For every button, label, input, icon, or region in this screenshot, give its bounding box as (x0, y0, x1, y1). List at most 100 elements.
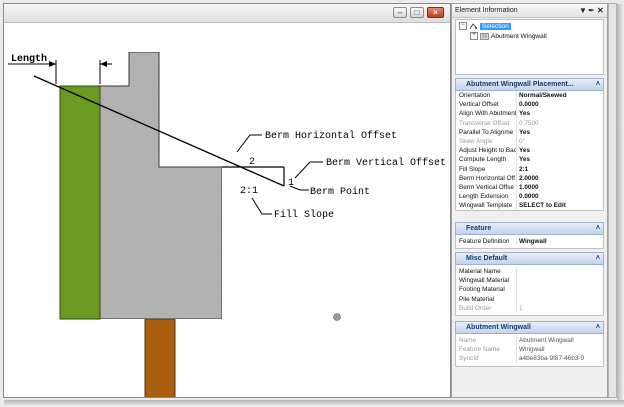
placement-properties: Orientation Normal/Skewed Vertical Offset… (455, 91, 604, 212)
prop-row-orientation[interactable]: Orientation Normal/Skewed (456, 91, 603, 101)
prop-row-berm-vertical-offset[interactable]: Berm Vertical Offse 1.0000 (456, 182, 603, 193)
prop-name: Footing Material (456, 285, 517, 295)
collapse-chevron-icon[interactable]: ˄ (596, 322, 600, 333)
prop-name: Vertical Offset (456, 100, 517, 110)
berm-point-label: Berm Point (310, 186, 370, 198)
prop-name: Transverse Offset (456, 118, 517, 128)
collapse-chevron-icon[interactable]: ˄ (596, 253, 600, 264)
section-header-placement[interactable]: Abutment Wingwall Placement... ˄ (455, 78, 604, 91)
prop-row-feature-definition[interactable]: Feature Definition Wingwall (456, 237, 603, 247)
prop-row-parallel-to-alignment[interactable]: Parallel To Alignme Yes (456, 127, 603, 137)
selection-icon (469, 23, 478, 29)
tree-item-selection[interactable]: − Selection (459, 22, 511, 32)
wingwall-icon (480, 32, 489, 40)
drawing-view-window[interactable]: – □ × Length Berm Horizontal Offset Berm… (3, 3, 451, 398)
prop-value: Abutment Wingwall (519, 337, 574, 344)
collapse-chevron-icon[interactable]: ˄ (596, 223, 600, 234)
prop-name: Wingwall Template (456, 201, 517, 211)
prop-row-fill-slope[interactable]: Fill Slope 2:1 (456, 164, 603, 174)
prop-row-pile-material[interactable]: Pile Material (456, 294, 603, 304)
feature-properties: Feature Definition Wingwall (455, 235, 604, 250)
prop-name: Skew Angle (456, 136, 517, 147)
prop-row-length-extension[interactable]: Length Extension 0.0000 (456, 192, 603, 202)
fill-slope-leader (251, 197, 272, 215)
slope-ratio-label: 2:1 (240, 186, 258, 197)
prop-value[interactable] (517, 285, 603, 294)
prop-row-build-order: Build Order 1 (456, 303, 603, 313)
prop-row-feature-name: Feature Name Wingwall (456, 345, 603, 355)
tree-label-abutment-wingwall: Abutment Wingwall (491, 33, 547, 40)
close-button[interactable]: × (427, 7, 444, 18)
section-misc-default: Misc Default ˄ Material Name Wingwall Ma… (455, 252, 604, 316)
prop-value: Wingwall (519, 346, 545, 354)
prop-row-berm-horizontal-offset[interactable]: Berm Horizontal Off 2.0000 (456, 173, 603, 183)
prop-value: a4be83ba-9f87-46b3-9 (519, 355, 585, 363)
pile (144, 318, 176, 397)
wingwall-drawing[interactable]: Length Berm Horizontal Offset Berm Verti… (4, 22, 450, 397)
prop-name: SyncId (456, 354, 517, 364)
prop-row-align-with-abutment[interactable]: Align With Abutment Yes (456, 109, 603, 119)
frame-shadow-right (617, 4, 624, 407)
tree-item-abutment-wingwall[interactable]: + Abutment Wingwall (470, 32, 547, 42)
section-title-feature: Feature (466, 225, 492, 232)
prop-row-material-name[interactable]: Material Name (456, 267, 603, 277)
section-placement: Abutment Wingwall Placement... ˄ Orienta… (455, 78, 604, 212)
prop-name: Fill Slope (456, 164, 517, 174)
prop-value[interactable]: Yes (517, 146, 603, 155)
prop-row-wingwall-template[interactable]: Wingwall Template SELECT to Edit (456, 201, 603, 211)
dropdown-arrow-icon[interactable]: ▼ (579, 4, 587, 17)
misc-properties: Material Name Wingwall Material Footing … (455, 265, 604, 316)
section-header-abutment-wingwall[interactable]: Abutment Wingwall ˄ (455, 321, 604, 334)
prop-row-compute-length[interactable]: Compute Length Yes (456, 155, 603, 165)
collapse-icon[interactable]: − (459, 22, 467, 31)
minimize-button[interactable]: – (393, 7, 407, 18)
prop-value[interactable] (517, 295, 603, 304)
fill-slope-label: Fill Slope (274, 209, 334, 221)
prop-value[interactable]: 1.0000 (517, 183, 603, 192)
prop-value[interactable]: Normal/Skewed (517, 91, 603, 100)
berm-horizontal-leader (236, 134, 262, 153)
prop-value[interactable]: Yes (517, 128, 603, 137)
prop-name: Orientation (456, 91, 517, 101)
prop-row-adjust-height[interactable]: Adjust Height to Bac Yes (456, 146, 603, 156)
prop-value[interactable]: 2:1 (517, 165, 603, 174)
section-title-abutment-wingwall: Abutment Wingwall (466, 324, 531, 331)
section-header-misc-default[interactable]: Misc Default ˄ (455, 252, 604, 265)
abutment-wingwall-properties: Name Abutment Wingwall Feature Name Wingwa… (455, 334, 604, 367)
panel-scrollbar[interactable] (608, 3, 617, 398)
prop-name: Berm Horizontal Off (456, 173, 517, 183)
pin-icon[interactable]: ✒ (588, 4, 595, 17)
prop-row-footing-material[interactable]: Footing Material (456, 285, 603, 295)
prop-name: Length Extension (456, 192, 517, 202)
prop-value[interactable] (517, 267, 603, 276)
tree-label-selection: Selection (480, 23, 511, 30)
prop-row-name: Name Abutment Wingwall (456, 336, 603, 346)
prop-name: Name (456, 336, 517, 346)
prop-name: Compute Length (456, 155, 517, 165)
dim-1-label: 1 (288, 178, 294, 189)
prop-name: Build Order (456, 303, 517, 313)
prop-value[interactable]: 0.0000 (517, 192, 603, 201)
maximize-button[interactable]: □ (410, 7, 424, 18)
selection-tree[interactable]: − Selection + Abutment Wingwall (455, 19, 604, 75)
prop-name: Pile Material (456, 294, 517, 304)
prop-value[interactable]: 0.0000 (517, 100, 603, 109)
prop-name: Align With Abutment (456, 109, 517, 119)
expand-icon[interactable]: + (470, 32, 478, 41)
cursor-dot (333, 313, 341, 321)
prop-value[interactable]: 2.0000 (517, 174, 603, 183)
prop-value: 0.7500 (519, 119, 539, 127)
close-icon[interactable]: ✕ (597, 4, 604, 17)
prop-name: Feature Name (456, 345, 517, 355)
prop-row-vertical-offset[interactable]: Vertical Offset 0.0000 (456, 100, 603, 110)
application-frame: – □ × Length Berm Horizontal Offset Berm… (0, 0, 624, 407)
prop-value[interactable]: SELECT to Edit (517, 201, 603, 210)
prop-value[interactable] (517, 276, 603, 285)
prop-row-wingwall-material[interactable]: Wingwall Material (456, 276, 603, 286)
section-header-feature[interactable]: Feature ˄ (455, 222, 604, 235)
collapse-chevron-icon[interactable]: ˄ (596, 79, 600, 90)
prop-value[interactable]: Yes (517, 109, 603, 118)
prop-row-transverse-offset: Transverse Offset 0.7500 (456, 118, 603, 128)
prop-value[interactable]: Wingwall (517, 237, 603, 246)
prop-value[interactable]: Yes (517, 155, 603, 164)
